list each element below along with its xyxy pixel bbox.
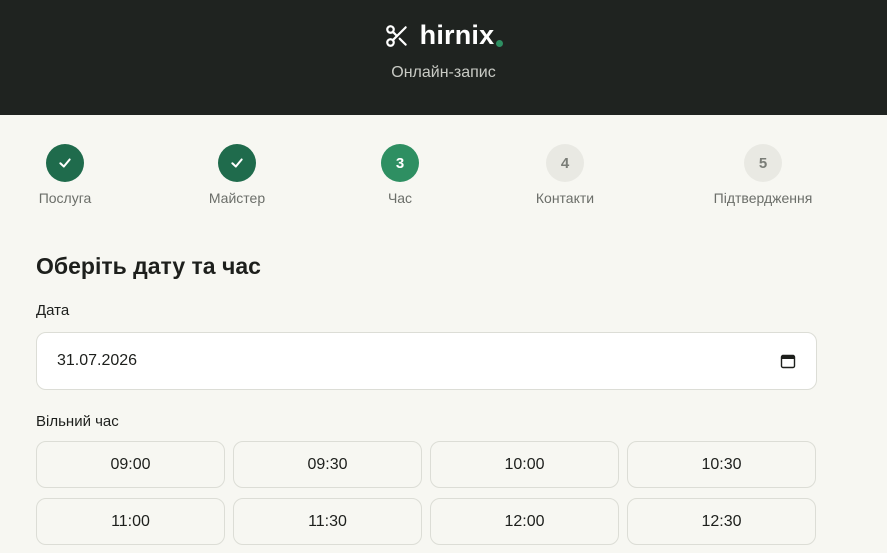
check-icon: [231, 158, 243, 168]
scissors-icon: [385, 24, 407, 47]
date-value: 31.07.2026: [57, 352, 138, 369]
step-circle: [218, 144, 256, 182]
brand: hirnix: [0, 20, 887, 51]
calendar-icon[interactable]: [780, 353, 796, 369]
time-slots-grid: 09:00 09:30 10:00 10:30 11:00 11:30 12:0…: [36, 441, 818, 545]
page-title: Оберіть дату та час: [36, 253, 261, 279]
step-circle: 3: [381, 144, 419, 182]
step-master: Майстер: [167, 144, 307, 206]
step-label: Контакти: [535, 190, 595, 206]
slots-label: Вільний час: [36, 413, 119, 430]
time-slot[interactable]: 09:00: [36, 441, 225, 488]
check-icon: [59, 158, 71, 168]
time-slot[interactable]: 12:00: [430, 498, 619, 545]
header-subtitle: Онлайн-запис: [391, 64, 496, 81]
step-circle: 4: [546, 144, 584, 182]
time-slot[interactable]: 10:30: [627, 441, 816, 488]
step-circle: 5: [744, 144, 782, 182]
time-slot[interactable]: 09:30: [233, 441, 422, 488]
step-circle: [46, 144, 84, 182]
step-contacts: 4 Контакти: [495, 144, 635, 206]
step-time: 3 Час: [330, 144, 470, 206]
time-slot[interactable]: 11:30: [233, 498, 422, 545]
step-service: Послуга: [0, 144, 135, 206]
time-slot[interactable]: 11:00: [36, 498, 225, 545]
step-label: Послуга: [38, 190, 92, 206]
step-label: Майстер: [208, 190, 266, 206]
step-label: Підтвердження: [713, 190, 813, 206]
time-slot[interactable]: 10:00: [430, 441, 619, 488]
date-field[interactable]: 31.07.2026: [36, 332, 817, 390]
time-slot[interactable]: 12:30: [627, 498, 816, 545]
step-label: Час: [387, 190, 413, 206]
brand-name: hirnix: [419, 20, 495, 50]
brand-accent-dot: [496, 40, 504, 47]
date-label: Дата: [36, 302, 70, 319]
app-header: hirnix Онлайн-запис: [0, 0, 887, 115]
step-confirmation: 5 Підтвердження: [693, 144, 833, 206]
